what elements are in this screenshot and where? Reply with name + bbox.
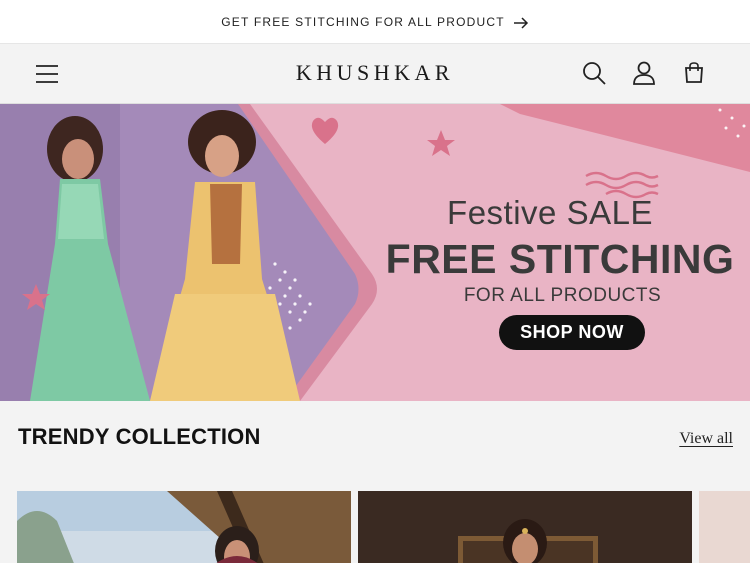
product-image[interactable]: [699, 491, 750, 563]
account-icon[interactable]: [631, 60, 657, 86]
product-card[interactable]: [358, 491, 692, 563]
product-card[interactable]: [17, 491, 351, 563]
banner-subtitle: Festive SALE: [447, 194, 653, 231]
product-image[interactable]: [17, 491, 351, 563]
product-card[interactable]: [699, 491, 750, 563]
view-all-link[interactable]: View all: [679, 430, 733, 448]
cart-icon[interactable]: [681, 60, 707, 86]
announcement-bar[interactable]: GET FREE STITCHING FOR ALL PRODUCT: [0, 0, 750, 44]
arrow-right-icon[interactable]: [513, 16, 529, 29]
hero-banner[interactable]: Festive SALE FREE STITCHING FOR ALL PROD…: [0, 104, 750, 401]
announcement-text[interactable]: GET FREE STITCHING FOR ALL PRODUCT: [221, 15, 505, 29]
product-image[interactable]: [358, 491, 692, 563]
banner-caption: FOR ALL PRODUCTS: [463, 285, 662, 306]
shop-now-button[interactable]: SHOP NOW: [499, 315, 645, 350]
banner-title: FREE STITCHING: [385, 236, 735, 282]
search-icon[interactable]: [581, 60, 607, 86]
site-header: KHUSHKAR: [0, 44, 750, 104]
section-title: TRENDY COLLECTION: [18, 424, 261, 449]
